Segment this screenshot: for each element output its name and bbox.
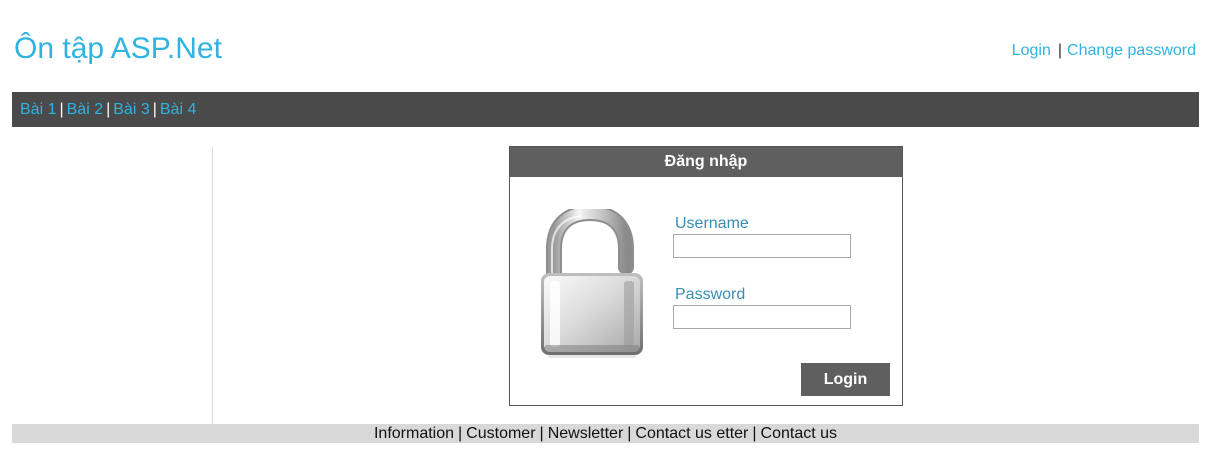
site-title: Ôn tập ASP.Net [14, 32, 222, 65]
username-label: Username [675, 215, 749, 232]
username-input[interactable] [673, 234, 851, 258]
navbar: Bài 1 | Bài 2 | Bài 3 | Bài 4 [12, 92, 1199, 127]
footer-link-information[interactable]: Information [374, 425, 454, 442]
password-label: Password [675, 286, 746, 303]
password-input[interactable] [673, 305, 851, 329]
nav-separator: | [59, 101, 64, 118]
sidebar-divider [212, 146, 213, 424]
nav-item-bai-1[interactable]: Bài 1 [20, 101, 56, 118]
login-box-title: Đăng nhập [510, 147, 902, 177]
padlock-open-icon [541, 209, 643, 358]
footer-separator: | [539, 425, 544, 442]
top-links: Login | Change password [1012, 41, 1196, 61]
nav-item-bai-3[interactable]: Bài 3 [113, 101, 149, 118]
login-box: Đăng nhập Username Password Login [509, 146, 903, 406]
login-link[interactable]: Login [1012, 42, 1051, 59]
footer: Information | Customer | Newsletter | Contact … [12, 424, 1199, 443]
nav-separator: | [152, 101, 157, 118]
footer-link-contact-us-etter[interactable]: Contact us etter [635, 425, 748, 442]
separator: | [1057, 42, 1063, 59]
footer-link-customer[interactable]: Customer [466, 425, 535, 442]
footer-link-contact-us[interactable]: Contact us [761, 425, 837, 442]
footer-link-newsletter[interactable]: Newsletter [548, 425, 624, 442]
nav-links: Bài 1 | Bài 2 | Bài 3 | Bài 4 [20, 100, 196, 120]
nav-item-bai-4[interactable]: Bài 4 [160, 101, 196, 118]
footer-separator: | [458, 425, 463, 442]
login-button[interactable]: Login [801, 363, 890, 396]
nav-item-bai-2[interactable]: Bài 2 [67, 101, 103, 118]
footer-separator: | [752, 425, 757, 442]
nav-separator: | [106, 101, 111, 118]
footer-separator: | [627, 425, 632, 442]
change-password-link[interactable]: Change password [1067, 42, 1196, 59]
